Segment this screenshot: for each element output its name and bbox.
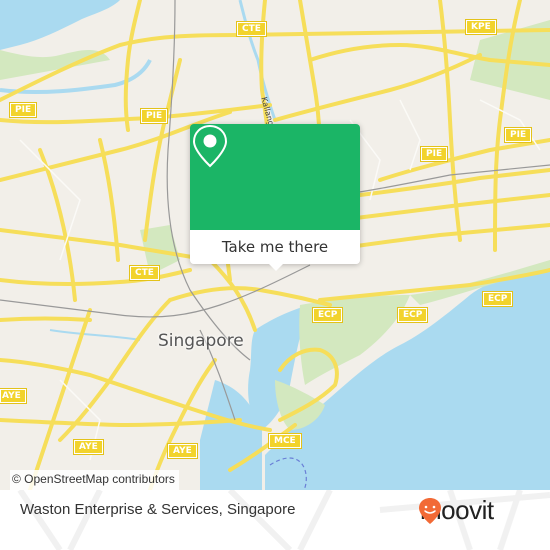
footer: Waston Enterprise & Services, Singapore … — [0, 490, 550, 550]
highway-shield-aye: AYE — [0, 388, 27, 404]
highway-shield-aye: AYE — [167, 443, 198, 459]
map-attribution[interactable]: © OpenStreetMap contributors — [10, 470, 179, 490]
city-label: Singapore — [158, 331, 244, 351]
highway-shield-cte: CTE — [236, 21, 267, 37]
highway-shield-ecp: ECP — [311, 307, 344, 323]
highway-shield-ecp: ECP — [396, 307, 429, 323]
highway-shield-pie: PIE — [8, 102, 38, 118]
place-name: Waston Enterprise & Services, Singapore — [20, 501, 296, 518]
canal — [49, 329, 141, 341]
highway-shield-pie: PIE — [139, 108, 169, 124]
moovit-logo[interactable]: moovit — [418, 497, 494, 524]
reservoir — [0, 0, 120, 50]
take-me-there-button[interactable]: Take me there — [190, 230, 360, 264]
map[interactable]: CTE KPE PIE PIE PIE PIE CTE ECP ECP ECP … — [0, 0, 550, 490]
highway-shield-pie: PIE — [503, 127, 533, 143]
highway-shield-mce: MCE — [268, 433, 302, 449]
popup-arrow — [268, 263, 284, 271]
popup-header[interactable] — [190, 124, 360, 230]
destination-popup: Take me there — [190, 124, 360, 271]
highway-shield-kpe: KPE — [465, 19, 497, 35]
highway-shield-ecp: ECP — [481, 291, 514, 307]
highway-shield-pie: PIE — [419, 146, 449, 162]
highway-shield-aye: AYE — [73, 439, 104, 455]
highway-shield-cte: CTE — [129, 265, 160, 281]
